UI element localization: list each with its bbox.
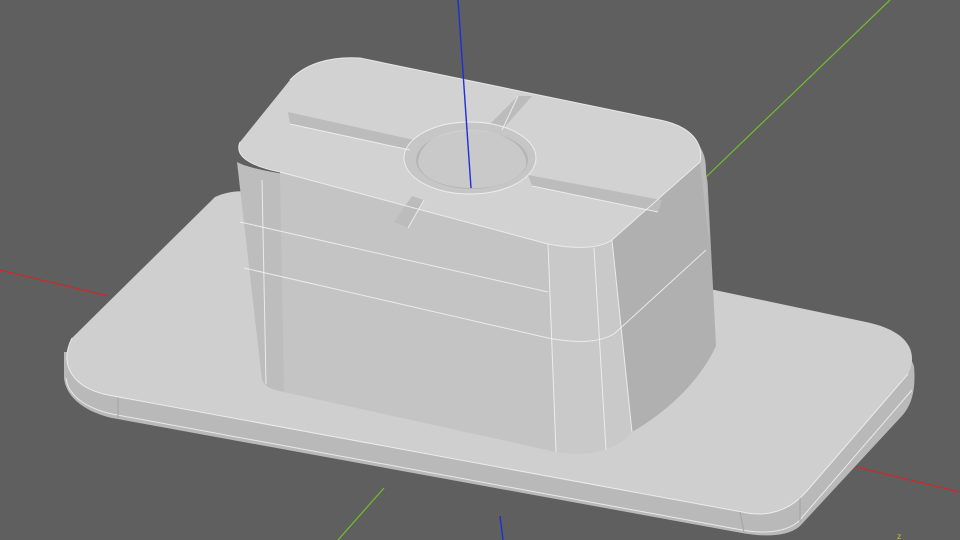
main-block[interactable] [237,57,716,454]
y-axis-line-lower [337,487,385,540]
x-axis-line-left [0,269,109,297]
z-axis-line-lower [499,515,504,540]
view-triad-z-glyph: z [897,532,901,540]
model-scene[interactable]: z [0,0,960,540]
x-axis-line-right [847,464,960,493]
3d-viewport[interactable]: z [0,0,960,540]
y-axis-line-upper [704,0,891,179]
